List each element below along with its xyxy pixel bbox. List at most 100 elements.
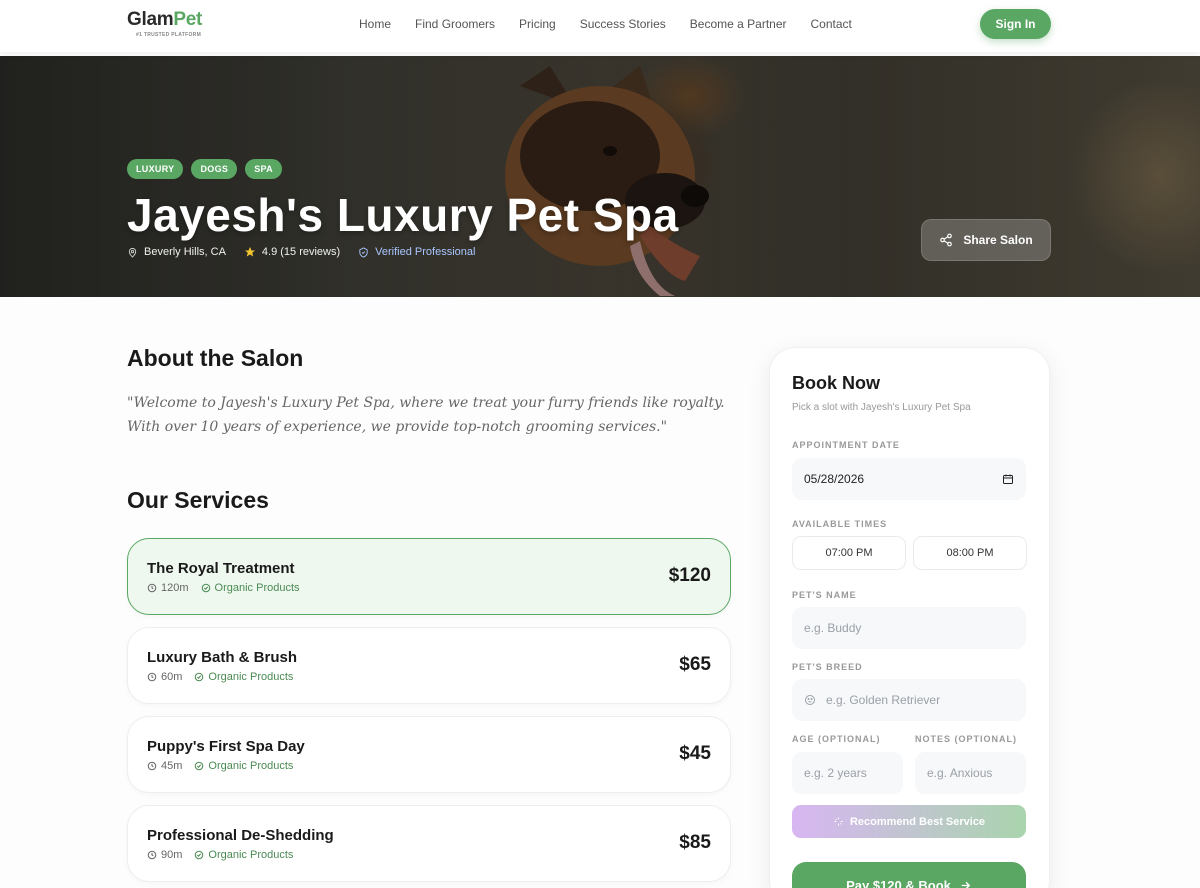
- notes-label: NOTES (OPTIONAL): [915, 734, 1017, 744]
- booking-title: Book Now: [792, 373, 880, 393]
- rating: 4.9 (15 reviews): [244, 246, 340, 258]
- time-slot-7pm[interactable]: 07:00 PM: [792, 536, 906, 570]
- service-meta: 120m Organic Products: [147, 582, 300, 594]
- nav-find-groomers[interactable]: Find Groomers: [415, 17, 495, 31]
- service-duration: 45m: [147, 760, 182, 772]
- service-name: The Royal Treatment: [147, 560, 295, 577]
- logo[interactable]: GlamPet #1 TRUSTED PLATFORM: [127, 9, 202, 38]
- service-name: Luxury Bath & Brush: [147, 649, 298, 666]
- tag-luxury: LUXURY: [127, 159, 184, 179]
- service-price: $85: [679, 832, 711, 853]
- service-tag: Organic Products: [194, 760, 293, 772]
- times-label: AVAILABLE TIMES: [792, 519, 888, 529]
- logo-text-glam: Glam: [127, 9, 174, 30]
- rating-text: 4.9 (15 reviews): [261, 246, 341, 258]
- service-tag: Organic Products: [194, 671, 293, 683]
- service-card-de-shedding[interactable]: Professional De-Shedding 90m Organic Pro…: [127, 805, 731, 882]
- age-input[interactable]: e.g. 2 years: [792, 752, 903, 794]
- arrow-right-icon: [961, 881, 971, 888]
- location-text: Beverly Hills, CA: [144, 246, 226, 258]
- breed-label: PET'S BREED: [792, 662, 863, 672]
- map-pin-icon: [128, 247, 137, 258]
- duration-text: 120m: [161, 582, 189, 594]
- nav-home[interactable]: Home: [359, 17, 391, 31]
- dog-photo: [505, 66, 709, 296]
- nav-links: Home Find Groomers Pricing Success Stori…: [359, 17, 876, 31]
- share-label: Share Salon: [963, 233, 1033, 247]
- clock-icon: [147, 583, 157, 593]
- service-meta: 60m Organic Products: [147, 671, 293, 683]
- check-circle-icon: [201, 583, 210, 593]
- tag-text: Organic Products: [208, 760, 294, 772]
- check-circle-icon: [195, 850, 204, 860]
- service-price: $65: [679, 654, 711, 675]
- verified-badge: Verified Professional: [358, 246, 475, 258]
- share-icon: [940, 233, 953, 247]
- sparkle-icon: [834, 817, 843, 826]
- clock-icon: [147, 761, 157, 771]
- breed-placeholder: e.g. Golden Retriever: [826, 693, 941, 707]
- logo-text-pet: Pet: [173, 9, 202, 30]
- service-name: Professional De-Shedding: [147, 827, 334, 844]
- pay-and-book-button[interactable]: Pay $120 & Book: [792, 862, 1026, 888]
- logo-tagline: #1 TRUSTED PLATFORM: [136, 32, 202, 38]
- salon-meta: Beverly Hills, CA 4.9 (15 reviews) Verif…: [127, 246, 475, 258]
- nav-pricing[interactable]: Pricing: [519, 17, 556, 31]
- service-price: $120: [668, 565, 711, 586]
- recommend-service-button[interactable]: Recommend Best Service: [792, 805, 1026, 838]
- age-label: AGE (OPTIONAL): [792, 734, 881, 744]
- time-slot-8pm[interactable]: 08:00 PM: [913, 536, 1027, 570]
- paw-icon: [805, 695, 815, 705]
- check-circle-icon: [195, 672, 204, 682]
- booking-subtitle: Pick a slot with Jayesh's Luxury Pet Spa: [792, 402, 971, 413]
- share-salon-button[interactable]: Share Salon: [921, 219, 1051, 261]
- appointment-date-input[interactable]: 05/28/2026: [792, 458, 1026, 500]
- about-heading: About the Salon: [127, 345, 304, 371]
- tag-text: Organic Products: [208, 849, 294, 861]
- service-duration: 90m: [147, 849, 182, 861]
- nav-become-partner[interactable]: Become a Partner: [690, 17, 787, 31]
- about-text: "Welcome to Jayesh's Luxury Pet Spa, whe…: [127, 395, 725, 435]
- clock-icon: [147, 850, 157, 860]
- verified-text: Verified Professional: [375, 246, 476, 258]
- service-tag: Organic Products: [194, 849, 293, 861]
- salon-title: Jayesh's Luxury Pet Spa: [127, 189, 679, 241]
- date-value: 05/28/2026: [804, 472, 865, 486]
- nav-success-stories[interactable]: Success Stories: [580, 17, 666, 31]
- service-price: $45: [679, 743, 711, 764]
- service-tag: Organic Products: [201, 582, 300, 594]
- tag-spa: SPA: [245, 159, 282, 179]
- location: Beverly Hills, CA: [127, 246, 226, 258]
- check-circle-icon: [195, 761, 204, 771]
- booking-card: Book Now Pick a slot with Jayesh's Luxur…: [769, 347, 1050, 888]
- star-icon: [244, 247, 255, 257]
- duration-text: 90m: [161, 849, 183, 861]
- tag-text: Organic Products: [214, 582, 300, 594]
- services-heading: Our Services: [127, 487, 269, 513]
- duration-text: 60m: [161, 671, 183, 683]
- hero-tags: LUXURY DOGS SPA: [127, 159, 282, 179]
- service-meta: 90m Organic Products: [147, 849, 293, 861]
- calendar-icon[interactable]: [1002, 473, 1014, 485]
- service-card-puppy-spa[interactable]: Puppy's First Spa Day 45m Organic Produc…: [127, 716, 731, 793]
- recommend-label: Recommend Best Service: [849, 815, 986, 828]
- nav-contact[interactable]: Contact: [811, 17, 852, 31]
- pay-label: Pay $120 & Book: [846, 877, 951, 888]
- hero-banner: LUXURY DOGS SPA Jayesh's Luxury Pet Spa …: [0, 56, 1200, 297]
- date-label: APPOINTMENT DATE: [792, 440, 900, 450]
- pet-name-input[interactable]: e.g. Buddy: [792, 607, 1026, 649]
- top-nav: GlamPet #1 TRUSTED PLATFORM Home Find Gr…: [0, 0, 1200, 52]
- service-card-luxury-bath[interactable]: Luxury Bath & Brush 60m Organic Products…: [127, 627, 731, 704]
- sign-in-button[interactable]: Sign In: [980, 9, 1051, 39]
- service-name: Puppy's First Spa Day: [147, 738, 305, 755]
- service-duration: 60m: [147, 671, 182, 683]
- notes-input[interactable]: e.g. Anxious: [915, 752, 1026, 794]
- duration-text: 45m: [161, 760, 183, 772]
- pet-breed-input[interactable]: e.g. Golden Retriever: [792, 679, 1026, 721]
- pet-name-label: PET'S NAME: [792, 590, 857, 600]
- tag-text: Organic Products: [208, 671, 294, 683]
- service-card-royal-treatment[interactable]: The Royal Treatment 120m Organic Product…: [127, 538, 731, 615]
- shield-check-icon: [359, 246, 368, 258]
- service-duration: 120m: [147, 582, 189, 594]
- clock-icon: [147, 672, 157, 682]
